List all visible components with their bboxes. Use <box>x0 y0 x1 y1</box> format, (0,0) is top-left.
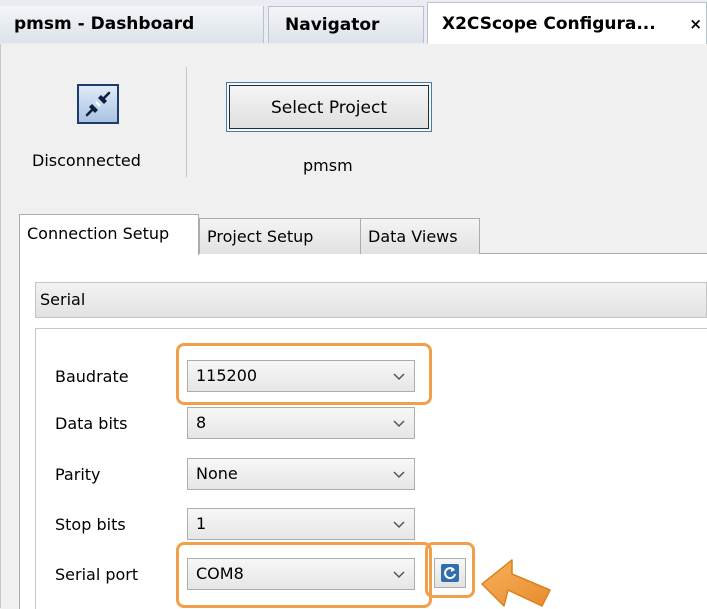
stop-bits-label: Stop bits <box>55 515 126 534</box>
tab-project-setup[interactable]: Project Setup <box>199 218 361 254</box>
parity-select[interactable]: None <box>187 458 415 490</box>
connection-type-selector[interactable]: Serial <box>35 282 707 318</box>
refresh-highlight <box>425 542 475 598</box>
parity-label: Parity <box>55 465 101 484</box>
tab-label: X2CScope Configura... <box>442 14 656 34</box>
data-bits-value: 8 <box>196 413 207 432</box>
parity-value: None <box>196 464 238 483</box>
baudrate-label: Baudrate <box>55 367 129 386</box>
tab-connection-setup[interactable]: Connection Setup <box>19 214 199 255</box>
chevron-down-icon <box>393 471 405 479</box>
serial-port-label: Serial port <box>55 565 139 584</box>
project-name-label: pmsm <box>303 156 353 175</box>
tab-navigator[interactable]: Navigator <box>268 6 424 43</box>
chevron-down-icon <box>393 521 405 529</box>
stop-bits-select[interactable]: 1 <box>187 508 415 540</box>
data-bits-label: Data bits <box>55 414 128 433</box>
select-project-button[interactable]: Select Project <box>226 82 432 132</box>
serial-port-highlight <box>176 542 432 608</box>
plug-icon <box>85 91 111 117</box>
vertical-divider <box>186 67 187 177</box>
tab-pmsm-dashboard[interactable]: pmsm - Dashboard <box>0 6 264 43</box>
tab-data-views[interactable]: Data Views <box>360 218 480 254</box>
baudrate-highlight <box>176 343 432 405</box>
document-tab-bar: pmsm - Dashboard Navigator X2CScope Conf… <box>0 0 707 45</box>
arrow-pointer-icon <box>481 559 551 607</box>
chevron-down-icon <box>393 420 405 428</box>
tab-x2cscope-configuration[interactable]: X2CScope Configura... × <box>427 2 707 44</box>
connection-status-label: Disconnected <box>32 151 141 170</box>
stop-bits-value: 1 <box>196 514 207 533</box>
data-bits-select[interactable]: 8 <box>187 407 415 439</box>
close-icon[interactable]: × <box>689 3 702 44</box>
connect-button[interactable] <box>77 84 119 124</box>
